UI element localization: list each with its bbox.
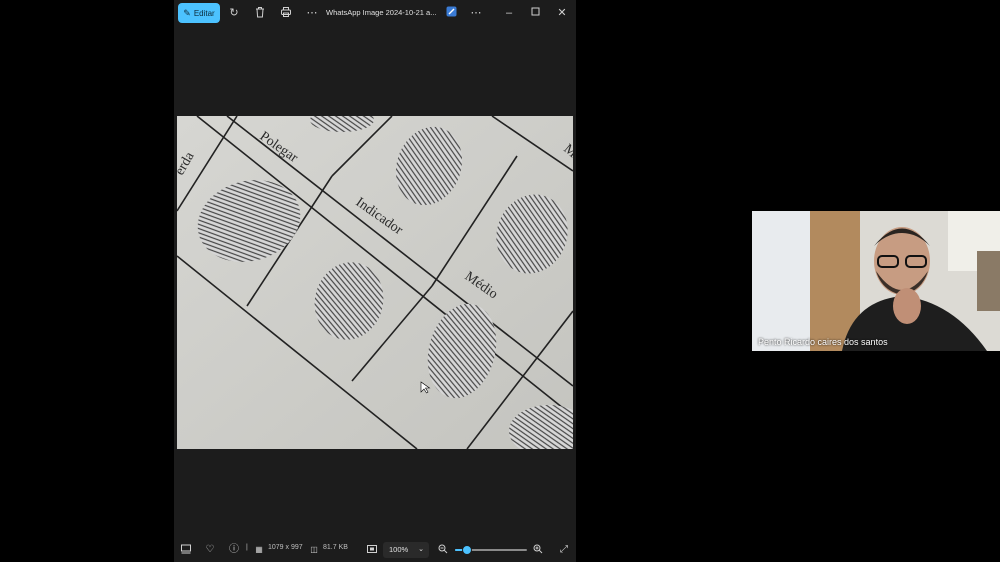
zoom-value: 100%: [389, 545, 409, 554]
fingerprint-photo: erda Polegar Indicador Médio M: [177, 116, 573, 449]
info-icon[interactable]: ⓘ: [228, 544, 240, 556]
print-icon[interactable]: [279, 6, 293, 20]
more-icon[interactable]: ⋯: [469, 6, 483, 20]
edit-icon: ✎: [183, 7, 191, 18]
favorite-icon[interactable]: ♡: [204, 544, 216, 556]
dimensions-icon: ▦: [255, 545, 263, 554]
fit-icon[interactable]: [366, 544, 378, 556]
zoom-in-icon[interactable]: [532, 544, 544, 556]
close-icon[interactable]: ✕: [555, 6, 569, 20]
edit-button[interactable]: ✎ Editar: [178, 3, 220, 23]
rotate-icon[interactable]: ↻: [227, 6, 241, 20]
filmstrip-icon[interactable]: [180, 544, 192, 556]
maximize-icon[interactable]: [528, 6, 542, 20]
file-size: 81.7 KB: [323, 544, 348, 551]
status-bar: ♡ ⓘ | ▦ 1079 x 997 ◫ 81.7 KB 100% ⌄ ⤢: [174, 540, 576, 562]
zoom-select[interactable]: 100% ⌄: [383, 542, 429, 558]
zoom-slider[interactable]: [455, 545, 527, 555]
edit-label: Editar: [193, 8, 215, 18]
delete-icon[interactable]: [253, 6, 267, 20]
fullscreen-icon[interactable]: ⤢: [558, 544, 570, 556]
participant-name: Pento Ricardo caires dos santos: [758, 337, 888, 347]
file-size-icon: ◫: [310, 545, 318, 554]
separator: |: [246, 544, 248, 551]
title-bar: ✎ Editar ↻ ⋯ WhatsApp Image 2024-10-21 a…: [174, 0, 576, 27]
chevron-down-icon: ⌄: [418, 546, 424, 553]
more-options-icon[interactable]: ⋯: [305, 6, 319, 20]
window-title: WhatsApp Image 2024-10-21 a...: [326, 8, 437, 17]
image-dimensions: 1079 x 997: [268, 544, 303, 551]
editor-app-icon[interactable]: [444, 6, 458, 20]
zoom-out-icon[interactable]: [437, 544, 449, 556]
participant-video-tile: Pento Ricardo caires dos santos: [752, 211, 1000, 351]
photo-viewer-window: ✎ Editar ↻ ⋯ WhatsApp Image 2024-10-21 a…: [174, 0, 576, 562]
minimize-icon[interactable]: –: [502, 6, 516, 20]
zoom-slider-thumb[interactable]: [461, 545, 472, 555]
